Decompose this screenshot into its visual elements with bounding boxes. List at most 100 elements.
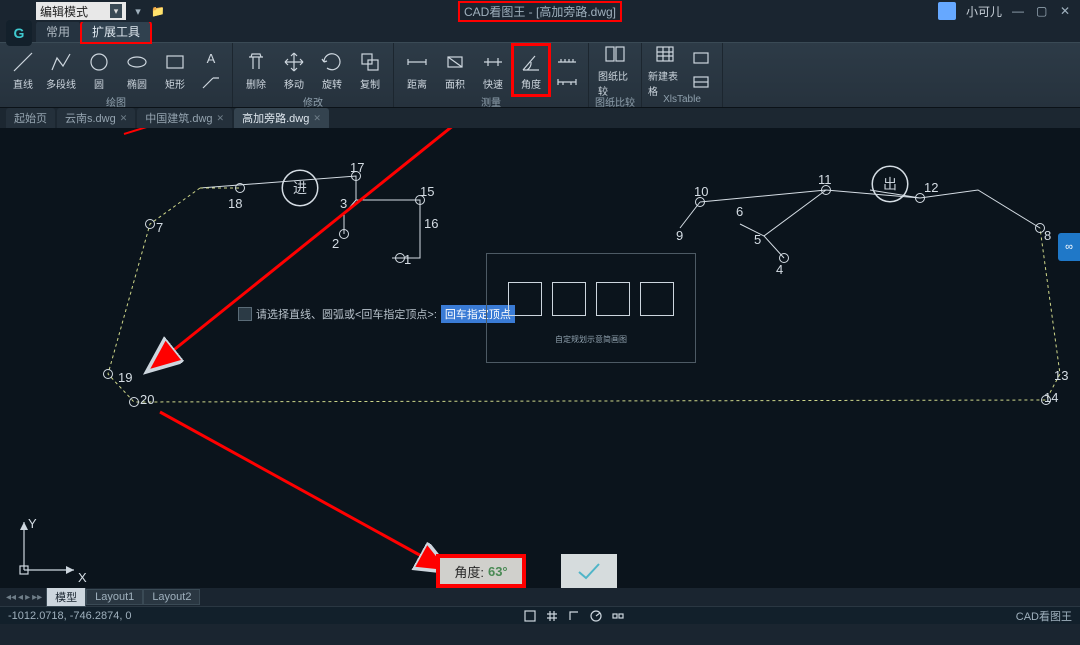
- layout-tab-model[interactable]: 模型: [46, 587, 86, 607]
- label-16: 16: [424, 216, 438, 231]
- compare-icon: [603, 42, 627, 66]
- area-icon: [443, 50, 467, 74]
- angle-label-text: 角度:: [454, 562, 484, 581]
- group-compare: 图纸比较 图纸比较: [589, 43, 642, 107]
- group-modify-label: 修改: [303, 94, 323, 108]
- ribbon-panel: 直线 多段线 圆 椭圆 矩形 A 绘图: [0, 42, 1080, 108]
- label-4: 4: [776, 262, 783, 277]
- tab-extensions[interactable]: 扩展工具: [82, 21, 150, 42]
- filetab-1[interactable]: 云南s.dwg✕: [57, 108, 135, 128]
- close-tab-icon[interactable]: ✕: [313, 113, 321, 124]
- circle-out: 出: [872, 166, 908, 202]
- label-7: 7: [156, 220, 163, 235]
- snap-toggle[interactable]: [523, 609, 537, 623]
- line-button[interactable]: 直线: [6, 46, 40, 94]
- drawing-canvas[interactable]: 18 进 17 3 2 1 15 16 7 19 20 10 9 6 5 4 1…: [0, 128, 1080, 588]
- move-button[interactable]: 移动: [277, 46, 311, 94]
- filetab-3[interactable]: 高加旁路.dwg✕: [234, 108, 329, 128]
- thumbnail: [596, 282, 630, 316]
- layout-tab-1[interactable]: Layout1: [86, 589, 143, 605]
- open-folder-icon[interactable]: 📁: [150, 3, 166, 19]
- rect-icon: [163, 50, 187, 74]
- leader-button[interactable]: [196, 71, 226, 93]
- user-name: 小可儿: [966, 3, 1002, 20]
- ucs-y: Y: [28, 516, 37, 531]
- angle-result: 角度: 63°: [436, 554, 617, 588]
- center-panel: 自定规划示意简画图: [486, 253, 696, 363]
- node: [339, 229, 349, 239]
- group-compare-label: 图纸比较: [595, 94, 635, 108]
- distance-button[interactable]: 距离: [400, 46, 434, 94]
- close-tab-icon[interactable]: ✕: [217, 113, 225, 124]
- circle-button[interactable]: 圆: [82, 46, 116, 94]
- close-icon[interactable]: ✕: [1060, 4, 1074, 18]
- app-logo[interactable]: G: [6, 20, 32, 46]
- ellipse-button[interactable]: 椭圆: [120, 46, 154, 94]
- dim-icon: [555, 70, 579, 94]
- distance-icon: [405, 50, 429, 74]
- file-tabstrip: 起始页 云南s.dwg✕ 中国建筑.dwg✕ 高加旁路.dwg✕: [0, 108, 1080, 128]
- angle-confirm[interactable]: [561, 554, 617, 588]
- table-icon: [653, 42, 677, 66]
- label-11: 11: [818, 172, 832, 187]
- thumbnail: [552, 282, 586, 316]
- text-button[interactable]: A: [196, 47, 226, 69]
- rotate-button[interactable]: 旋转: [315, 46, 349, 94]
- polyline-button[interactable]: 多段线: [44, 46, 78, 94]
- delete-button[interactable]: 删除: [239, 46, 273, 94]
- command-prompt: 请选择直线、圆弧或<回车指定顶点>: 回车指定顶点: [238, 305, 515, 323]
- grid-toggle[interactable]: [545, 609, 559, 623]
- angle-button[interactable]: 角度: [514, 46, 548, 94]
- angle-value: 63°: [488, 564, 508, 579]
- compare-button[interactable]: 图纸比较: [598, 46, 632, 94]
- group-modify: 删除 移动 旋转 复制 修改: [233, 43, 394, 107]
- layout-nav[interactable]: ◂◂◂▸▸▸: [6, 592, 42, 603]
- table-aux2[interactable]: [686, 71, 716, 93]
- qat-dropdown[interactable]: ▾: [130, 3, 146, 19]
- node: [129, 397, 139, 407]
- area-button[interactable]: 面积: [438, 46, 472, 94]
- quick-icon: [481, 50, 505, 74]
- node: [235, 183, 245, 193]
- copy-button[interactable]: 复制: [353, 46, 387, 94]
- tab-common[interactable]: 常用: [36, 21, 80, 42]
- close-tab-icon[interactable]: ✕: [120, 113, 128, 124]
- label-17: 17: [350, 160, 364, 175]
- copy-icon: [358, 50, 382, 74]
- table-aux1[interactable]: [686, 47, 716, 69]
- filetab-2[interactable]: 中国建筑.dwg✕: [137, 108, 232, 128]
- thumbnail: [640, 282, 674, 316]
- label-1: 1: [404, 252, 411, 267]
- quick-button[interactable]: 快速: [476, 46, 510, 94]
- ribbon-tabstrip: 常用 扩展工具: [0, 22, 1080, 42]
- coords-readout: -1012.0718, -746.2874, 0: [8, 610, 132, 622]
- line-icon: [11, 50, 35, 74]
- group-measure: 距离 面积 快速 角度 测量: [394, 43, 589, 107]
- label-18: 18: [228, 196, 242, 211]
- measure-aux1[interactable]: [552, 47, 582, 69]
- osnap-toggle[interactable]: [611, 609, 625, 623]
- circle-in: 进: [282, 170, 318, 206]
- layout-tab-2[interactable]: Layout2: [143, 589, 200, 605]
- measure-aux2[interactable]: [552, 71, 582, 93]
- right-panel-toggle[interactable]: ∞: [1058, 233, 1080, 261]
- mode-dropdown[interactable]: 编辑模式 ▾: [36, 2, 126, 20]
- user-avatar[interactable]: [938, 2, 956, 20]
- maximize-icon[interactable]: ▢: [1036, 4, 1050, 18]
- thumbnail: [508, 282, 542, 316]
- grid2-icon: [689, 70, 713, 94]
- angle-icon: [519, 50, 543, 74]
- group-measure-label: 测量: [481, 94, 501, 108]
- label-8: 8: [1044, 228, 1051, 243]
- minimize-icon[interactable]: —: [1012, 4, 1026, 18]
- label-15: 15: [420, 184, 434, 199]
- rect-button[interactable]: 矩形: [158, 46, 192, 94]
- label-12: 12: [924, 180, 938, 195]
- polyline-icon: [49, 50, 73, 74]
- ortho-toggle[interactable]: [567, 609, 581, 623]
- text-icon: A: [199, 47, 223, 69]
- newtable-button[interactable]: 新建表格: [648, 46, 682, 94]
- polar-toggle[interactable]: [589, 609, 603, 623]
- filetab-start[interactable]: 起始页: [6, 108, 55, 128]
- ruler-icon: [555, 46, 579, 70]
